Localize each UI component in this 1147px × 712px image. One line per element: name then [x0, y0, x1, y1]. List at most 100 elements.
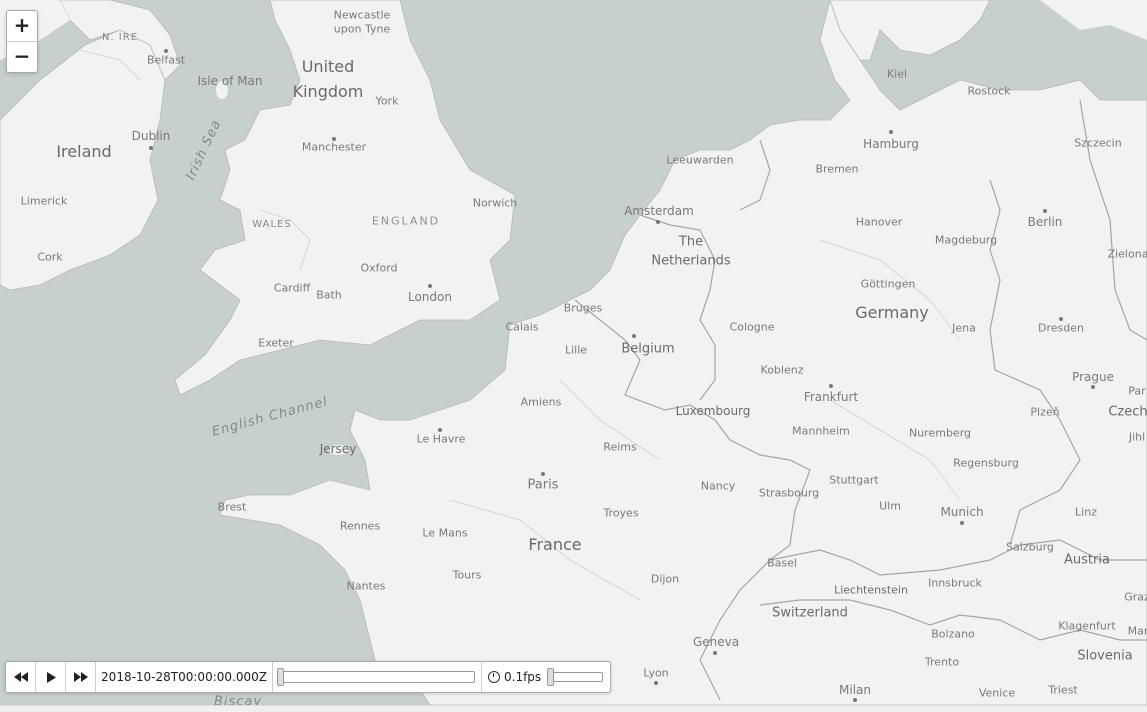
time-slider[interactable]: [273, 662, 482, 692]
label-city: Frankfurt: [803, 390, 859, 404]
zoom-in-button[interactable]: +: [7, 11, 37, 41]
label-city: Bremen: [815, 162, 859, 176]
label-region: WALES: [252, 219, 292, 230]
label-city: Cologne: [729, 320, 775, 334]
label-city: Salzburg: [1006, 540, 1054, 554]
label-water: Biscay: [213, 694, 263, 706]
label-city: Dublin: [131, 129, 171, 143]
label-country: Switzerland: [772, 605, 848, 621]
label-city: Exeter: [258, 336, 294, 350]
label-city: Lille: [564, 343, 588, 357]
fast-backward-icon: [13, 672, 28, 682]
label-country: United: [301, 57, 355, 76]
label-city: Bruges: [563, 301, 603, 315]
label-city: Magdeburg: [934, 233, 998, 247]
label-city: Göttingen: [860, 277, 916, 291]
label-city: Lyon: [643, 666, 669, 680]
city-dot: [654, 681, 658, 685]
label-city: Amsterdam: [624, 204, 694, 218]
label-city: Bolzano: [931, 627, 975, 641]
label-city: Paris: [527, 477, 559, 493]
label-city: Milan: [839, 683, 871, 697]
label-city: Klagenfurt: [1058, 619, 1116, 633]
label-city: Kiel: [886, 67, 908, 81]
label-city: Norwich: [472, 196, 518, 210]
label-region: N. IRE: [101, 32, 139, 43]
time-control: 2018-10-28T00:00:00.000Z 0.1fps: [5, 661, 611, 693]
label-region: ENGLAND: [371, 214, 441, 228]
city-dot: [632, 334, 636, 338]
label-city: Le Havre: [416, 432, 466, 446]
city-dot: [713, 651, 717, 655]
city-dot: [656, 220, 660, 224]
label-city: Szczecin: [1074, 136, 1122, 150]
current-time-display: 2018-10-28T00:00:00.000Z: [96, 662, 273, 692]
label-city: Munich: [940, 505, 984, 519]
label-city: Plzeň: [1030, 405, 1060, 419]
label-city: upon Tyne: [333, 22, 391, 36]
label-city: Belfast: [146, 53, 186, 67]
label-city: Rennes: [339, 519, 381, 533]
label-city: Innsbruck: [928, 576, 982, 590]
label-city: Zielona: [1107, 247, 1147, 261]
label-city: Venice: [978, 686, 1016, 700]
label-city: Regensburg: [953, 456, 1019, 470]
label-city: Mannheim: [792, 424, 850, 438]
label-country: Netherlands: [651, 253, 731, 269]
clock-icon: [488, 671, 500, 683]
map-view[interactable]: United Kingdom Ireland France Germany Be…: [0, 0, 1147, 705]
label-city: Nantes: [346, 579, 386, 593]
zoom-out-button[interactable]: −: [7, 41, 37, 72]
backward-button[interactable]: [6, 662, 36, 692]
label-city: London: [408, 290, 452, 304]
label-city: Leeuwarden: [666, 153, 734, 167]
label-city: Manchester: [301, 140, 367, 154]
label-city: Mar: [1127, 624, 1147, 638]
label-city: York: [375, 94, 399, 108]
city-dot: [1091, 385, 1095, 389]
label-city: Troyes: [603, 506, 639, 520]
label-city: Berlin: [1027, 215, 1063, 229]
label-country: Austria: [1064, 552, 1110, 568]
label-country: France: [528, 535, 582, 554]
speed-slider[interactable]: [547, 668, 604, 686]
label-city: Nancy: [700, 479, 736, 493]
label-country: Jersey: [319, 442, 357, 456]
label-city: Oxford: [360, 261, 398, 275]
label-city: Koblenz: [760, 363, 804, 377]
label-city: Nuremberg: [908, 426, 972, 440]
forward-button[interactable]: [66, 662, 96, 692]
zoom-control: + −: [6, 10, 38, 73]
label-country: Germany: [855, 303, 929, 322]
label-city: Triest: [1048, 683, 1078, 697]
label-city: Jihl: [1128, 430, 1146, 444]
speed-label: 0.1fps: [504, 670, 542, 684]
label-city: Par: [1128, 384, 1146, 398]
label-city: Newcastle: [333, 8, 391, 22]
label-country: Belgium: [621, 341, 675, 357]
label-city: Brest: [217, 500, 247, 514]
city-dot: [428, 284, 432, 288]
label-city: Stuttgart: [829, 473, 879, 487]
label-city: Hamburg: [863, 137, 919, 151]
city-dot: [829, 384, 833, 388]
time-slider-track[interactable]: [277, 668, 475, 686]
label-city: Amiens: [520, 395, 562, 409]
play-button[interactable]: [36, 662, 66, 692]
label-country: Liechtenstein: [834, 583, 908, 597]
label-country: Czech: [1108, 404, 1147, 420]
city-dot: [149, 146, 153, 150]
label-city: Dijon: [650, 572, 680, 586]
city-dot: [1043, 209, 1047, 213]
city-dot: [960, 521, 964, 525]
city-dot: [438, 428, 442, 432]
label-city: Graz: [1124, 590, 1147, 604]
label-city: Jena: [952, 321, 976, 335]
label-city: Trento: [924, 655, 960, 669]
label-city: Geneva: [692, 635, 740, 649]
label-city: Ulm: [879, 499, 901, 513]
play-icon: [46, 671, 56, 683]
speed-slider-handle[interactable]: [547, 668, 555, 686]
label-city: Cardiff: [273, 281, 311, 295]
time-slider-handle[interactable]: [277, 668, 284, 686]
